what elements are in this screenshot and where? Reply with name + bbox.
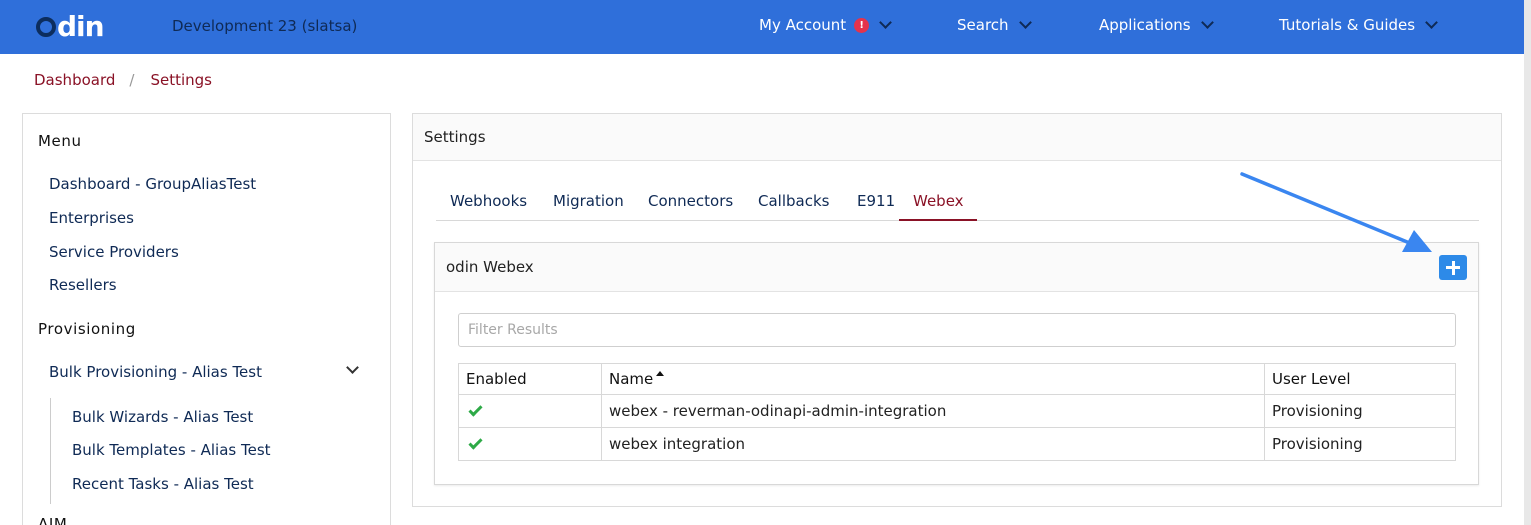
column-header-user-level[interactable]: User Level: [1264, 363, 1456, 395]
nav-applications-label: Applications: [1099, 16, 1191, 34]
chevron-down-icon: [1200, 16, 1214, 29]
sidebar-item-bulk-wizards[interactable]: Bulk Wizards - Alias Test: [72, 408, 253, 426]
tab-webhooks[interactable]: Webhooks: [450, 192, 527, 210]
nav-tutorials-guides[interactable]: Tutorials & Guides: [1279, 16, 1438, 34]
check-icon: [468, 435, 483, 450]
column-header-name-label: Name: [609, 370, 654, 388]
tab-migration[interactable]: Migration: [553, 192, 624, 210]
active-tab-indicator: [899, 219, 977, 221]
chevron-down-icon: [1018, 16, 1032, 29]
column-header-name[interactable]: Name: [601, 363, 1265, 395]
enabled-cell: [458, 427, 602, 461]
user-level-cell: Provisioning: [1264, 394, 1456, 428]
page-scrollbar[interactable]: [1524, 0, 1531, 525]
sidebar-item-recent-tasks[interactable]: Recent Tasks - Alias Test: [72, 475, 254, 493]
check-icon: [468, 402, 483, 417]
sidebar-item-bulk-templates[interactable]: Bulk Templates - Alias Test: [72, 441, 271, 459]
webex-card-title: odin Webex: [446, 258, 534, 276]
nav-my-account[interactable]: My Account !: [759, 16, 893, 34]
filter-results-input[interactable]: [458, 313, 1456, 347]
tab-e911[interactable]: E911: [857, 192, 895, 210]
settings-panel: Settings Webhooks Migration Connectors C…: [412, 113, 1502, 507]
settings-tabs: Webhooks Migration Connectors Callbacks …: [436, 182, 1479, 221]
nav-search[interactable]: Search: [957, 16, 1032, 34]
sidebar-item-resellers[interactable]: Resellers: [49, 276, 117, 294]
table-header-row: Enabled Name User Level: [458, 363, 1456, 395]
tab-webex[interactable]: Webex: [913, 192, 964, 210]
chevron-down-icon[interactable]: [346, 361, 359, 374]
breadcrumb-separator: /: [129, 71, 135, 89]
chevron-down-icon: [1425, 16, 1438, 29]
sidebar-item-bulk-provisioning[interactable]: Bulk Provisioning - Alias Test: [49, 363, 262, 381]
user-level-cell: Provisioning: [1264, 427, 1456, 461]
tab-callbacks[interactable]: Callbacks: [758, 192, 829, 210]
enabled-cell: [458, 394, 602, 428]
sidebar-item-dashboard[interactable]: Dashboard - GroupAliasTest: [49, 175, 256, 193]
top-navbar: din Development 23 (slatsa) My Account !…: [0, 0, 1524, 54]
sort-ascending-icon: [656, 371, 665, 376]
environment-label: Development 23 (slatsa): [172, 17, 358, 35]
table-row[interactable]: webex - reverman-odinapi-admin-integrati…: [458, 394, 1456, 428]
sidebar: Menu Dashboard - GroupAliasTest Enterpri…: [22, 113, 391, 525]
webex-table: Enabled Name User Level webex - reverman…: [458, 363, 1456, 461]
odin-logo[interactable]: din: [36, 10, 105, 44]
add-webex-button[interactable]: [1439, 255, 1467, 280]
settings-panel-header: Settings: [413, 114, 1501, 161]
alert-badge: !: [854, 17, 870, 33]
breadcrumb-settings[interactable]: Settings: [150, 71, 212, 89]
webex-card: odin Webex Enabled Name User Level webex…: [434, 242, 1479, 485]
settings-panel-title: Settings: [424, 128, 486, 146]
plus-icon-vertical: [1451, 260, 1455, 275]
submenu-indent-line: [50, 398, 51, 504]
sidebar-menu-heading: Menu: [38, 132, 82, 150]
sidebar-item-enterprises[interactable]: Enterprises: [49, 209, 134, 227]
sidebar-provisioning-heading: Provisioning: [38, 320, 136, 338]
nav-tutorials-guides-label: Tutorials & Guides: [1279, 16, 1416, 34]
chevron-down-icon: [879, 16, 893, 29]
breadcrumb: Dashboard / Settings: [34, 71, 212, 89]
nav-my-account-label: My Account: [759, 16, 847, 34]
table-row[interactable]: webex integration Provisioning: [458, 427, 1456, 461]
nav-search-label: Search: [957, 16, 1009, 34]
webex-card-header: odin Webex: [435, 243, 1478, 292]
sidebar-item-service-providers[interactable]: Service Providers: [49, 243, 179, 261]
name-cell[interactable]: webex integration: [601, 427, 1265, 461]
nav-applications[interactable]: Applications: [1099, 16, 1214, 34]
logo-o-mark: [36, 17, 56, 37]
logo-text: din: [57, 10, 105, 43]
tab-connectors[interactable]: Connectors: [648, 192, 733, 210]
breadcrumb-dashboard[interactable]: Dashboard: [34, 71, 115, 89]
column-header-enabled[interactable]: Enabled: [458, 363, 602, 395]
name-cell[interactable]: webex - reverman-odinapi-admin-integrati…: [601, 394, 1265, 428]
sidebar-aim-heading: AIM: [38, 515, 68, 525]
